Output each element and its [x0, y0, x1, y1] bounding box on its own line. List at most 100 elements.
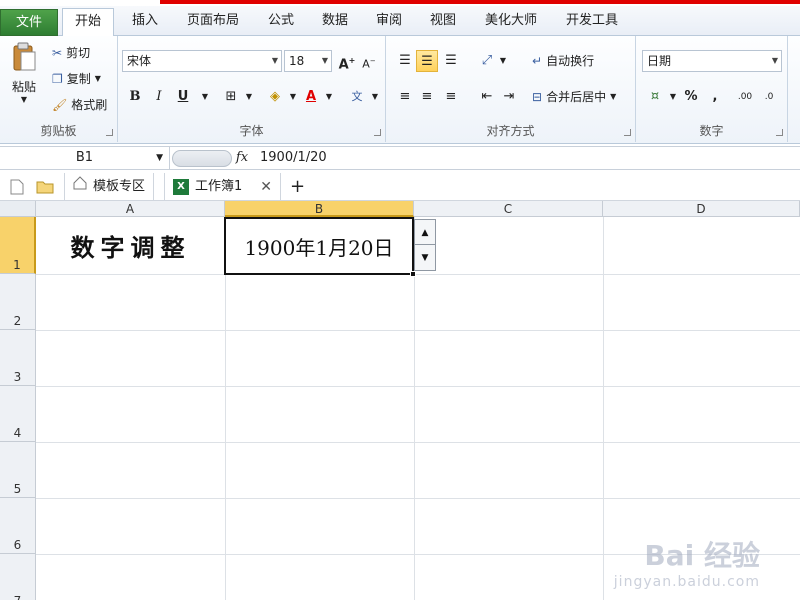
decrease-indent-icon[interactable]: ⇤ [476, 86, 498, 108]
tab-review[interactable]: 审阅 [366, 8, 412, 36]
format-painter-label: 格式刷 [71, 98, 108, 112]
red-strip [160, 0, 800, 4]
align-center-icon[interactable]: ≡ [416, 86, 438, 108]
format-painter-button[interactable]: 🖌 格式刷 [52, 96, 107, 113]
shrink-font-icon[interactable]: A− [358, 50, 380, 72]
copy-label: 复制 [66, 72, 91, 86]
select-all-corner[interactable] [0, 201, 36, 217]
wrap-text-button[interactable]: ↵ 自动换行 [532, 52, 594, 69]
row-header-1[interactable]: 1 [0, 217, 36, 274]
number-format-select[interactable]: 日期 ▼ [642, 50, 782, 72]
font-size-select[interactable]: 18 ▼ [284, 50, 332, 72]
tab-developer[interactable]: 开发工具 [556, 8, 628, 36]
folder-icon[interactable] [28, 173, 62, 200]
row-header-5[interactable]: 5 [0, 442, 36, 498]
copy-icon: ❐ [52, 71, 63, 86]
spin-up-icon[interactable]: ▲ [415, 220, 435, 245]
tab-data[interactable]: 数据 [312, 8, 358, 36]
fx-icon[interactable]: fx [232, 147, 252, 169]
chevron-down-icon[interactable]: ▼ [364, 86, 386, 108]
tab-workbook-label: 工作簿1 [195, 178, 243, 194]
zoom-pill[interactable] [172, 150, 232, 167]
underline-button[interactable]: U [172, 86, 194, 108]
italic-button[interactable]: I [148, 86, 170, 108]
font-name-select[interactable]: 宋体 ▼ [122, 50, 282, 72]
gridline [36, 498, 800, 499]
tab-page-layout[interactable]: 页面布局 [178, 8, 248, 36]
chevron-down-icon: ▼ [321, 56, 328, 65]
row-header-4[interactable]: 4 [0, 386, 36, 442]
fill-handle[interactable] [410, 271, 416, 277]
align-right-icon[interactable]: ≡ [440, 86, 462, 108]
gridline [36, 442, 800, 443]
tab-template-zone[interactable]: 模板专区 [64, 173, 155, 200]
dialog-launcher-icon[interactable] [374, 129, 381, 136]
row-header-2[interactable]: 2 [0, 274, 36, 330]
watermark-url: jingyan.baidu.com [613, 574, 760, 590]
number-format-value: 日期 [647, 54, 672, 68]
align-top-icon[interactable]: ☰ [394, 50, 416, 72]
chevron-down-icon[interactable]: ▼ [194, 86, 216, 108]
dialog-launcher-icon[interactable] [624, 129, 631, 136]
scissors-icon: ✂ [52, 45, 63, 60]
tab-view[interactable]: 视图 [420, 8, 466, 36]
merge-center-button[interactable]: ⊟ 合并后居中 ▼ [532, 88, 616, 105]
percent-button[interactable]: % [680, 86, 702, 108]
formula-input[interactable]: 1900/1/20 [260, 147, 327, 169]
align-left-icon[interactable]: ≡ [394, 86, 416, 108]
cut-label: 剪切 [66, 46, 91, 60]
font-size-value: 18 [289, 54, 305, 68]
spin-down-icon[interactable]: ▼ [415, 245, 435, 270]
name-box[interactable]: B1 ▼ [0, 147, 170, 169]
menu-bar: 文件 开始 插入 页面布局 公式 数据 审阅 视图 美化大师 开发工具 [0, 6, 800, 37]
dialog-launcher-icon[interactable] [776, 129, 783, 136]
paste-button[interactable]: 粘贴 ▼ [6, 42, 42, 104]
cell-b1[interactable]: 1900年1月20日 [224, 217, 414, 275]
close-icon[interactable]: ✕ [260, 174, 272, 200]
wrap-text-icon: ↵ [532, 53, 543, 68]
ribbon: 粘贴 ▼ ✂ 剪切 ❐ 复制 ▼ 🖌 格式刷 剪贴板 宋体 ▼ 18 ▼ A+ … [0, 36, 800, 144]
tab-workbook[interactable]: X 工作簿1 ✕ [164, 173, 282, 200]
tab-template-label: 模板专区 [93, 178, 146, 194]
tab-beautify[interactable]: 美化大师 [476, 8, 546, 36]
cell-a1[interactable]: 数字调整 [36, 217, 225, 274]
chevron-down-icon[interactable]: ▼ [318, 86, 340, 108]
chevron-down-icon: ▼ [156, 153, 163, 163]
copy-button[interactable]: ❐ 复制 ▼ [52, 70, 101, 87]
dialog-launcher-icon[interactable] [106, 129, 113, 136]
chevron-down-icon: ▼ [94, 74, 101, 83]
chevron-down-icon[interactable]: ▼ [492, 50, 514, 72]
chevron-down-icon: ▼ [610, 92, 617, 101]
chevron-down-icon: ▼ [271, 56, 278, 65]
tab-home[interactable]: 开始 [62, 8, 114, 37]
increase-indent-icon[interactable]: ⇥ [498, 86, 520, 108]
tab-insert[interactable]: 插入 [122, 8, 168, 36]
column-header-b[interactable]: B [225, 201, 414, 217]
row-header-6[interactable]: 6 [0, 498, 36, 554]
paste-label: 粘贴 [11, 80, 36, 94]
column-header-a[interactable]: A [36, 201, 225, 217]
group-label-clipboard: 剪贴板 [40, 124, 77, 138]
grow-font-icon[interactable]: A+ [336, 50, 358, 72]
spreadsheet-grid: A B C D 1 2 3 4 5 6 7 数字调整 1900年1月20日 ▲ … [0, 201, 800, 600]
add-tab-button[interactable]: + [282, 173, 313, 200]
comma-button[interactable]: , [704, 86, 726, 108]
chevron-down-icon: ▼ [20, 95, 28, 104]
row-header-7[interactable]: 7 [0, 554, 36, 600]
increase-decimal-icon[interactable]: .00 [734, 86, 756, 108]
row-header-3[interactable]: 3 [0, 330, 36, 386]
chevron-down-icon[interactable]: ▼ [238, 86, 260, 108]
align-bottom-icon[interactable]: ☰ [440, 50, 462, 72]
column-header-d[interactable]: D [603, 201, 800, 217]
menu-file[interactable]: 文件 [0, 9, 58, 36]
font-name-value: 宋体 [127, 54, 152, 68]
cut-button[interactable]: ✂ 剪切 [52, 44, 90, 61]
bold-button[interactable]: B [124, 86, 146, 108]
spinner-control[interactable]: ▲ ▼ [414, 219, 436, 271]
column-header-c[interactable]: C [414, 201, 603, 217]
gridline [36, 386, 800, 387]
align-middle-icon[interactable]: ☰ [416, 50, 438, 72]
tab-formulas[interactable]: 公式 [258, 8, 304, 36]
decrease-decimal-icon[interactable]: .0 [758, 86, 780, 108]
gridline [36, 330, 800, 331]
